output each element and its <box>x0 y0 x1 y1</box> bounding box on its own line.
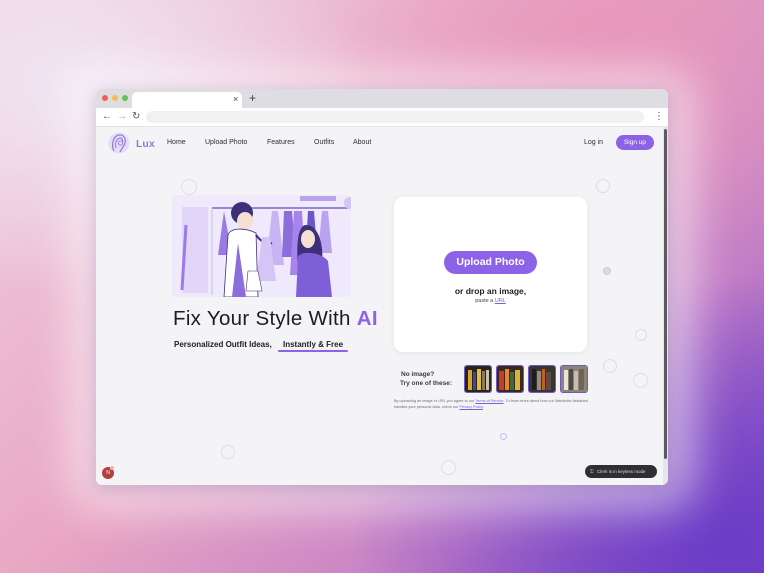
nav-features[interactable]: Features <box>267 139 295 146</box>
drop-image-text: or drop an image, <box>454 286 527 296</box>
browser-window: × + ← → ↻ ⋮ Lux Home Upload Photo Featur… <box>96 89 668 485</box>
bubble-decoration <box>181 179 197 195</box>
bubble-decoration <box>603 359 617 373</box>
no-image-text: No image? <box>401 371 435 378</box>
browser-tab[interactable] <box>132 92 242 108</box>
hero-subtitle-part2: Instantly & Free <box>283 340 344 349</box>
keyless-text: Clerk is in keyless mode <box>597 469 646 474</box>
tab-bar: × + <box>96 89 668 108</box>
browser-menu-icon[interactable]: ⋮ <box>654 110 664 124</box>
nav-outfits[interactable]: Outfits <box>314 139 334 146</box>
nav-home[interactable]: Home <box>167 139 186 146</box>
hero-title-text: Fix Your Style With <box>173 307 357 330</box>
paste-url-text: paste a URL <box>394 298 587 304</box>
bubble-decoration <box>441 460 456 475</box>
nav-about[interactable]: About <box>353 139 371 146</box>
terms-text-1: By uploading an image or URL you agree t… <box>394 399 476 403</box>
subtitle-underline <box>278 350 348 352</box>
upload-photo-button[interactable]: Upload Photo <box>444 251 537 274</box>
bubble-decoration <box>635 329 647 341</box>
bubble-decoration <box>596 179 610 193</box>
minimize-window-dot[interactable] <box>112 95 118 101</box>
paste-url-link[interactable]: URL <box>495 298 506 304</box>
login-link[interactable]: Log in <box>584 139 603 146</box>
nav-upload-photo[interactable]: Upload Photo <box>205 139 247 146</box>
signup-button[interactable]: Sign up <box>616 135 654 150</box>
key-icon: ⚿ <box>590 469 594 474</box>
sample-image-1[interactable] <box>464 365 492 393</box>
sample-images-label: No image? Try one of these: <box>400 370 452 388</box>
scrollbar-thumb[interactable] <box>664 129 667 459</box>
reload-icon[interactable]: ↻ <box>132 110 140 124</box>
new-tab-icon[interactable]: + <box>249 92 256 104</box>
address-bar[interactable] <box>146 111 644 123</box>
bubble-decoration <box>500 433 507 440</box>
forward-icon[interactable]: → <box>117 110 127 124</box>
lux-logo-icon[interactable] <box>108 131 130 155</box>
tab-close-icon[interactable]: × <box>233 94 238 104</box>
hero-title-ai: AI <box>356 307 378 330</box>
back-icon[interactable]: ← <box>102 110 112 124</box>
terms-text-3: . <box>482 404 484 409</box>
paste-prefix: paste a <box>475 298 495 304</box>
terms-notice: By uploading an image or URL you agree t… <box>394 399 594 410</box>
hero-title: Fix Your Style With AI <box>173 307 378 331</box>
upload-card[interactable]: Upload Photo or drop an image, paste a U… <box>394 197 587 352</box>
avatar-status-dot <box>110 466 114 470</box>
web-page: Lux Home Upload Photo Features Outfits A… <box>96 127 663 485</box>
privacy-policy-link[interactable]: Privacy Policy <box>459 405 482 409</box>
hero-subtitle-part1: Personalized Outfit Ideas, <box>174 340 272 349</box>
bubble-decoration <box>221 445 235 459</box>
try-these-text: Try one of these: <box>400 380 453 387</box>
bubble-decoration <box>603 267 611 275</box>
close-window-dot[interactable] <box>102 95 108 101</box>
sample-image-4[interactable] <box>560 365 588 393</box>
clerk-keyless-badge[interactable]: ⚿ Clerk is in keyless mode <box>585 465 657 478</box>
bubble-decoration <box>633 373 648 388</box>
maximize-window-dot[interactable] <box>122 95 128 101</box>
fashion-illustration <box>172 195 351 297</box>
brand-name[interactable]: Lux <box>136 138 155 150</box>
sample-image-2[interactable] <box>496 365 524 393</box>
sample-image-3[interactable] <box>528 365 556 393</box>
terms-of-service-link[interactable]: Terms of Service <box>475 399 503 403</box>
browser-toolbar: ← → ↻ ⋮ <box>96 108 668 127</box>
